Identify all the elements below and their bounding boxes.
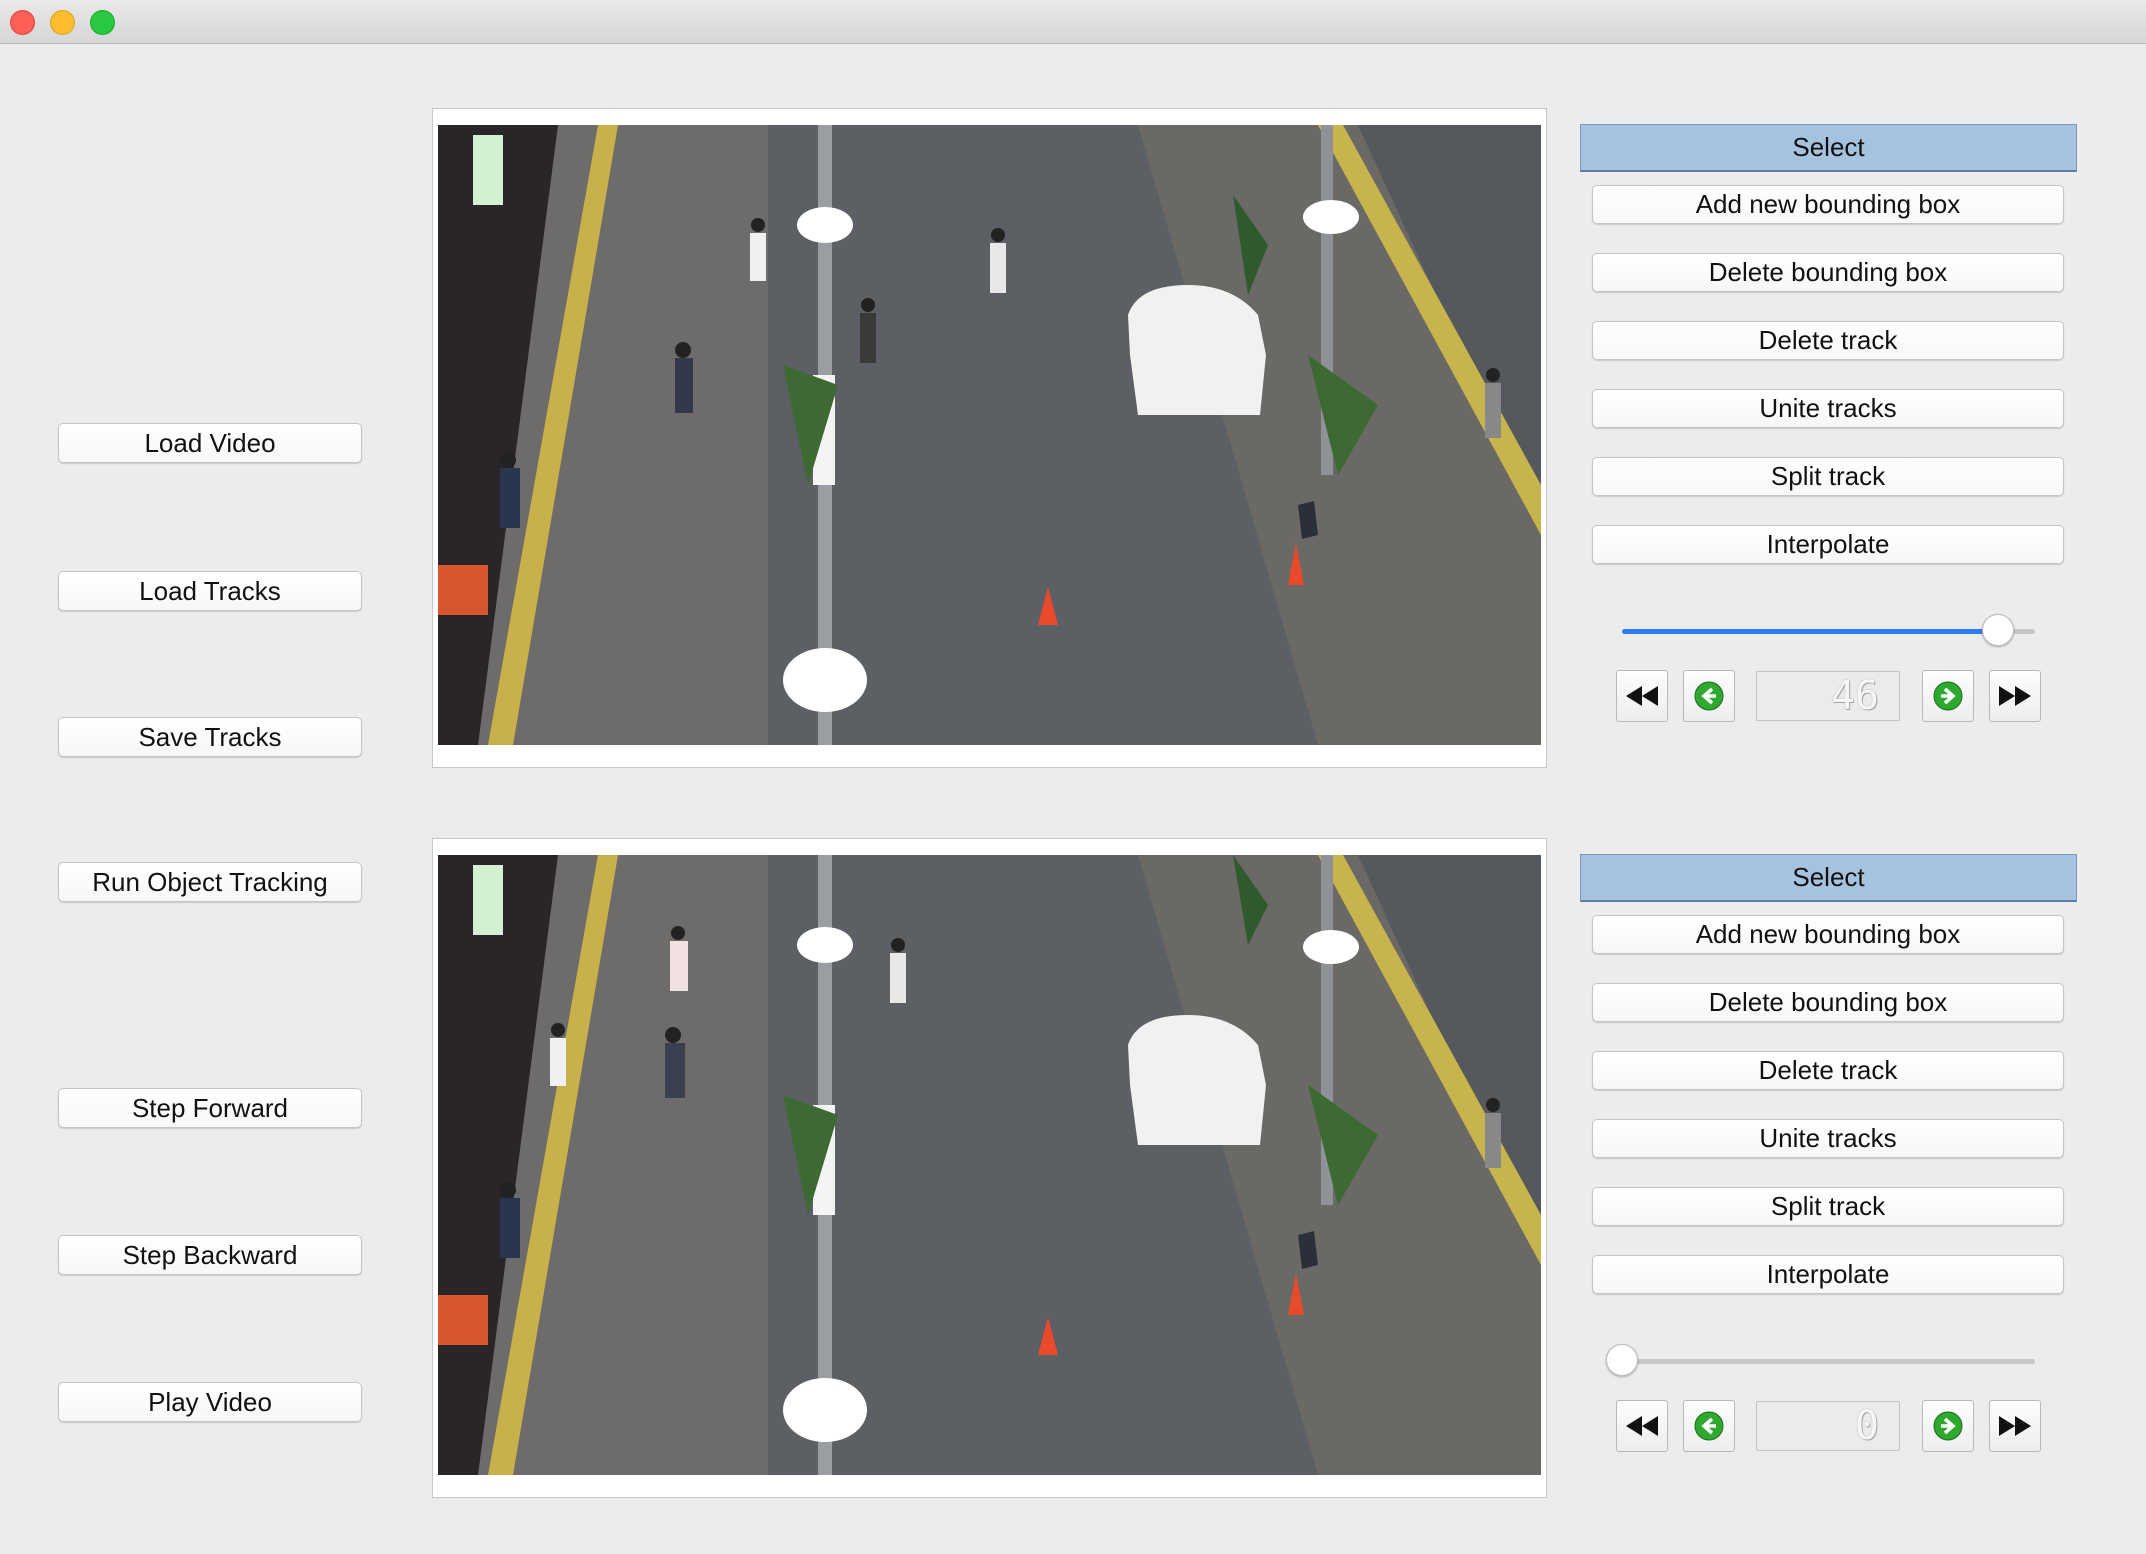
bottom-prev-frame-button[interactable] [1683, 1400, 1735, 1452]
bottom-frame-slider[interactable] [1606, 1344, 2035, 1376]
save-tracks-button[interactable]: Save Tracks [58, 717, 362, 757]
step-forward-button[interactable]: Step Forward [58, 1088, 362, 1128]
bottom-video-panel [432, 838, 1547, 1498]
top-slider-thumb[interactable] [1981, 614, 2014, 646]
rewind-icon [1626, 1416, 1658, 1436]
bottom-video-frame[interactable] [438, 855, 1541, 1475]
top-unite-tracks-button[interactable]: Unite tracks [1592, 389, 2064, 428]
bottom-next-frame-button[interactable] [1922, 1400, 1974, 1452]
maximize-window-button[interactable] [90, 10, 115, 35]
top-add-bbox-button[interactable]: Add new bounding box [1592, 185, 2064, 224]
top-split-track-button[interactable]: Split track [1592, 457, 2064, 496]
load-video-button[interactable]: Load Video [58, 423, 362, 463]
green-right-arrow-icon [1933, 1411, 1963, 1441]
top-select-tool-button[interactable]: Select [1580, 124, 2077, 172]
minimize-window-button[interactable] [50, 10, 75, 35]
bottom-delete-bbox-button[interactable]: Delete bounding box [1592, 983, 2064, 1022]
window-titlebar [0, 0, 2146, 44]
bottom-add-bbox-button[interactable]: Add new bounding box [1592, 915, 2064, 954]
run-object-tracking-button[interactable]: Run Object Tracking [58, 862, 362, 902]
top-slider-fill [1622, 629, 1998, 634]
top-first-frame-button[interactable] [1616, 670, 1668, 722]
rewind-icon [1626, 686, 1658, 706]
top-delete-bbox-button[interactable]: Delete bounding box [1592, 253, 2064, 292]
step-backward-button[interactable]: Step Backward [58, 1235, 362, 1275]
green-left-arrow-icon [1694, 1411, 1724, 1441]
top-interpolate-button[interactable]: Interpolate [1592, 525, 2064, 564]
green-left-arrow-icon [1694, 681, 1724, 711]
top-frame-slider[interactable] [1622, 614, 2035, 646]
top-frame-counter: 46 [1756, 671, 1900, 721]
top-video-panel [432, 108, 1547, 768]
bottom-frame-counter: 0 [1756, 1401, 1900, 1451]
top-next-frame-button[interactable] [1922, 670, 1974, 722]
green-right-arrow-icon [1933, 681, 1963, 711]
fast-forward-icon [1999, 686, 2031, 706]
bottom-last-frame-button[interactable] [1989, 1400, 2041, 1452]
bottom-delete-track-button[interactable]: Delete track [1592, 1051, 2064, 1090]
bottom-slider-thumb[interactable] [1606, 1344, 1638, 1376]
top-prev-frame-button[interactable] [1683, 670, 1735, 722]
bottom-split-track-button[interactable]: Split track [1592, 1187, 2064, 1226]
bottom-first-frame-button[interactable] [1616, 1400, 1668, 1452]
close-window-button[interactable] [10, 10, 35, 35]
bottom-select-tool-button[interactable]: Select [1580, 854, 2077, 902]
load-tracks-button[interactable]: Load Tracks [58, 571, 362, 611]
bottom-unite-tracks-button[interactable]: Unite tracks [1592, 1119, 2064, 1158]
bottom-interpolate-button[interactable]: Interpolate [1592, 1255, 2064, 1294]
top-video-frame[interactable] [438, 125, 1541, 745]
top-delete-track-button[interactable]: Delete track [1592, 321, 2064, 360]
top-last-frame-button[interactable] [1989, 670, 2041, 722]
play-video-button[interactable]: Play Video [58, 1382, 362, 1422]
fast-forward-icon [1999, 1416, 2031, 1436]
